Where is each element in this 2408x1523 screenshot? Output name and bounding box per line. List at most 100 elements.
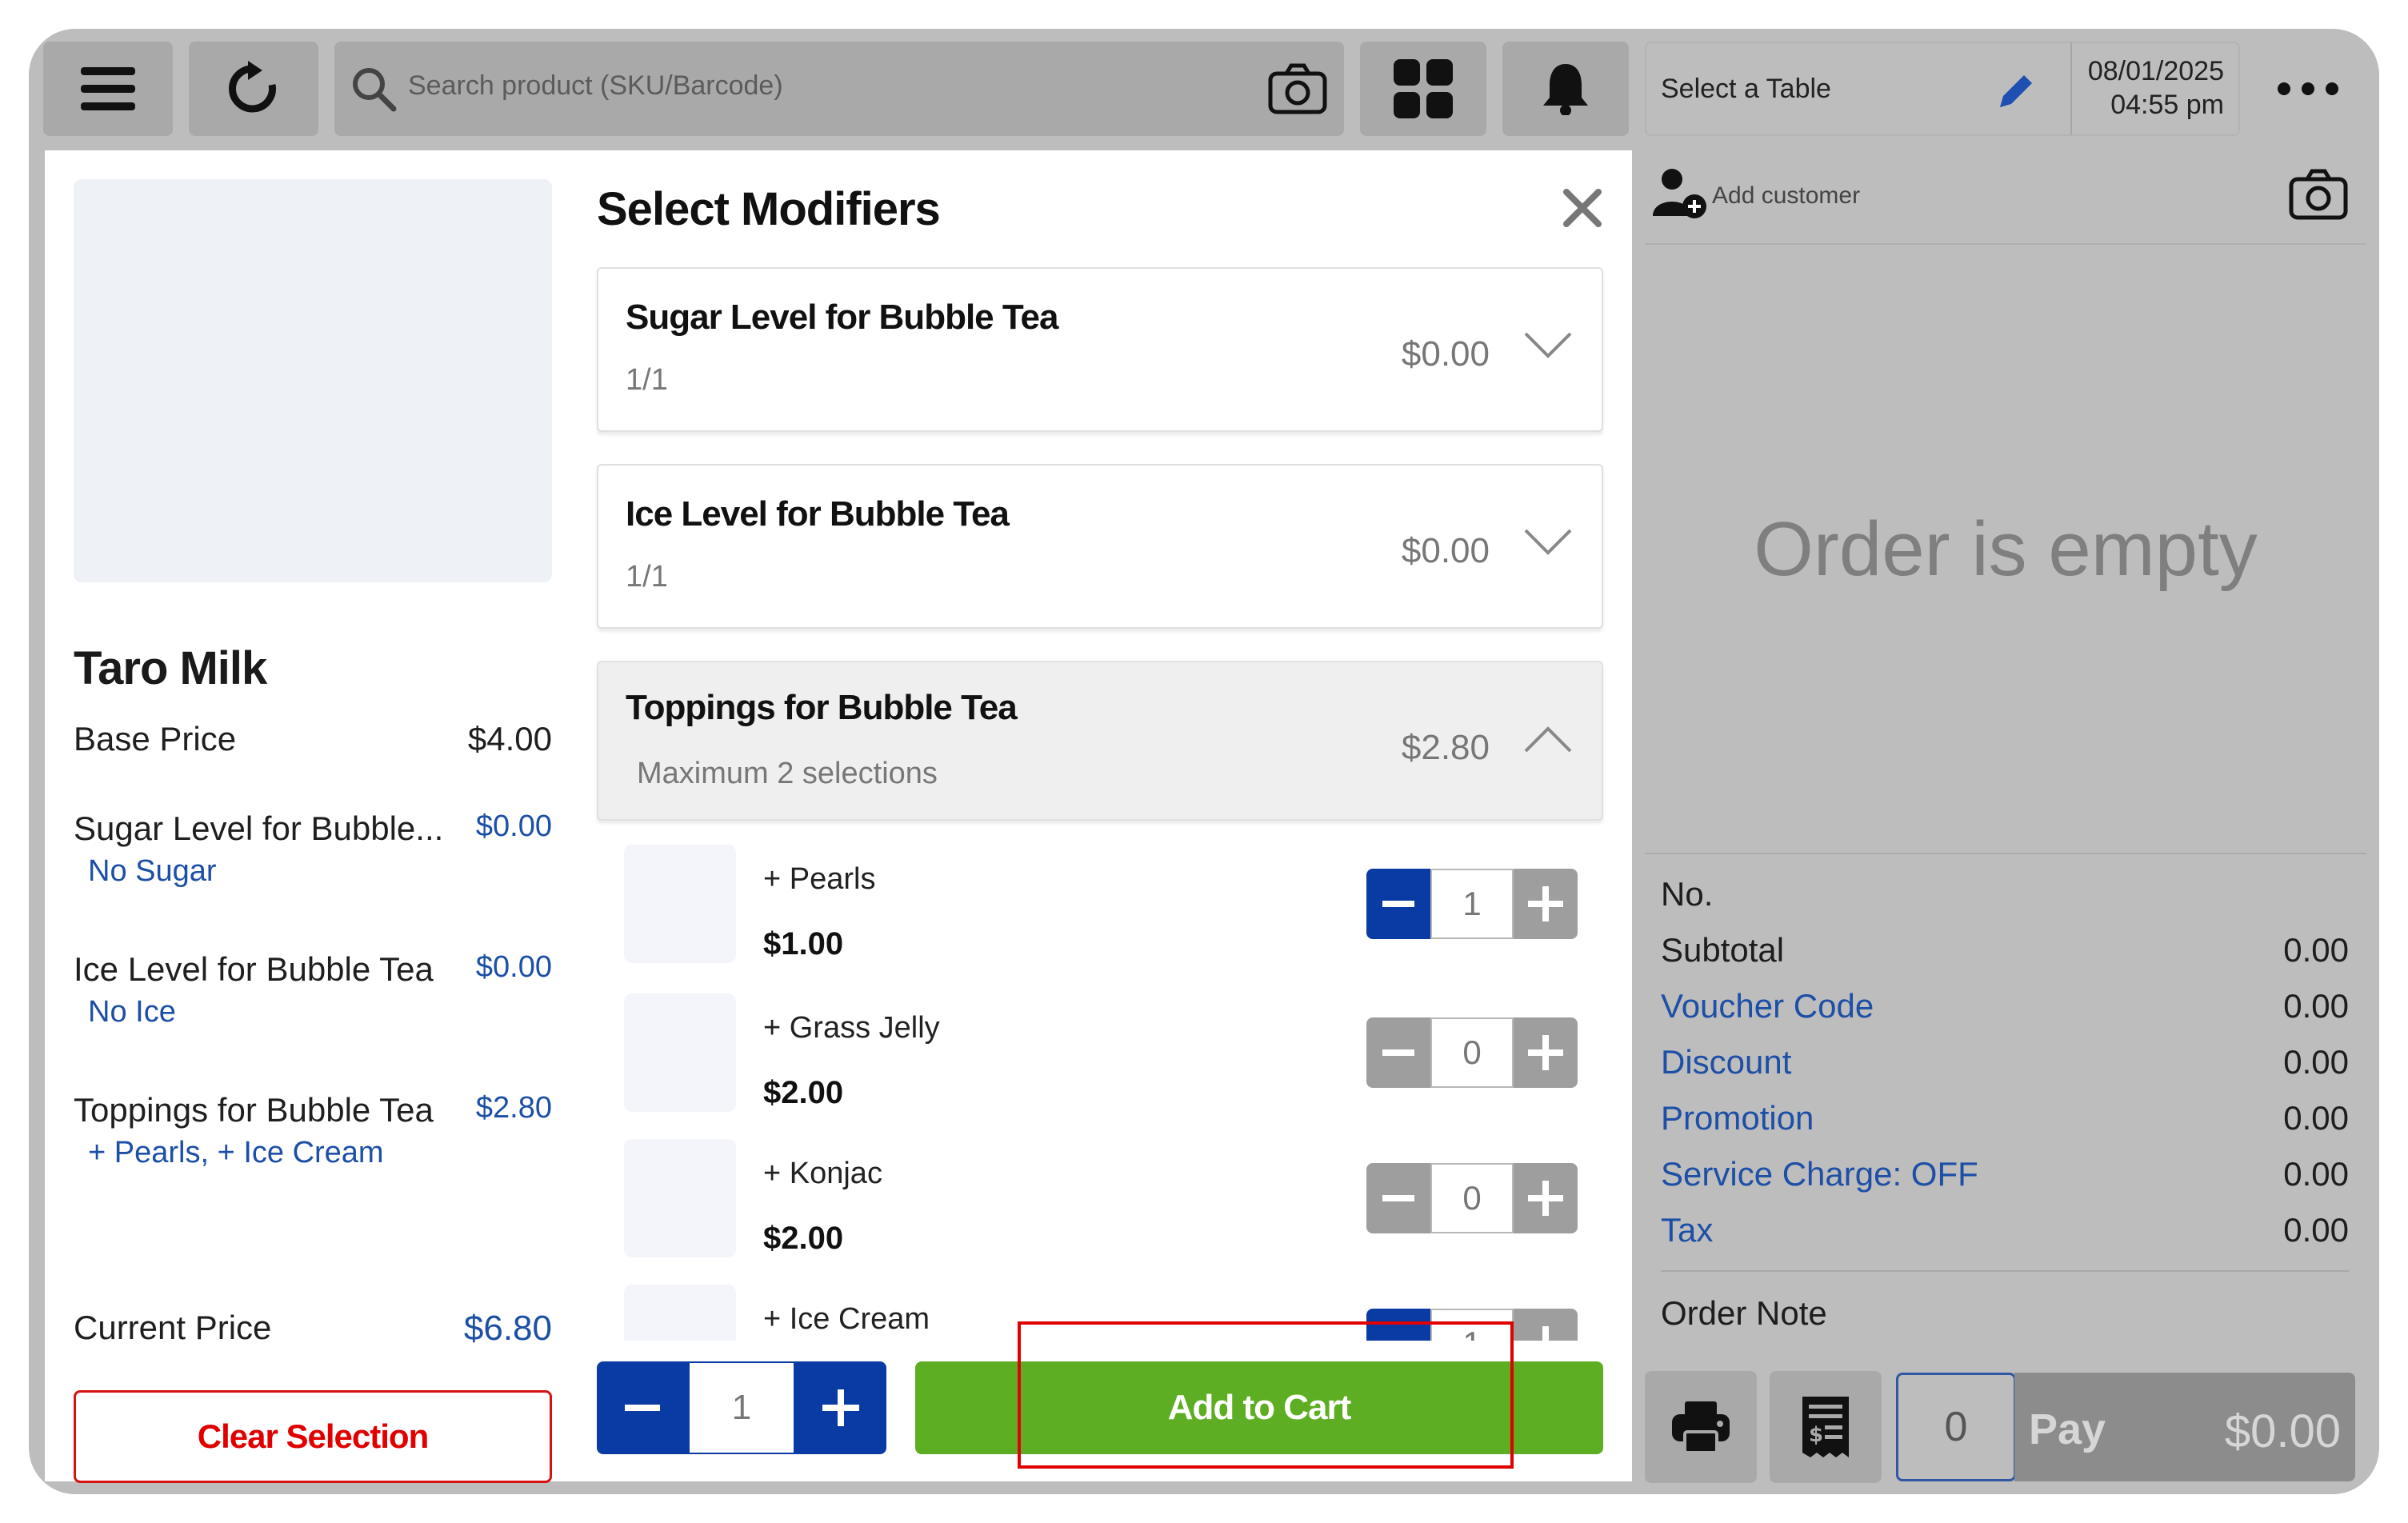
summary-value: 0.00: [2283, 1043, 2349, 1081]
modal-title: Select Modifiers: [597, 183, 941, 235]
search-bar[interactable]: Search product (SKU/Barcode): [334, 42, 1344, 136]
increment-button[interactable]: [1514, 1163, 1578, 1233]
chevron-down-icon: [1523, 331, 1573, 360]
topping-item: + Pearls $1.00 1: [597, 845, 1603, 981]
topping-item: + Konjac $2.00 0: [597, 1139, 1603, 1275]
topping-name: + Grass Jelly: [763, 1011, 940, 1045]
group-subtitle: 1/1: [626, 363, 668, 397]
table-selector[interactable]: Select a Table 08/01/2025 04:55 pm: [1645, 42, 2240, 136]
summary-row[interactable]: Promotion 0.00: [1661, 1099, 2349, 1137]
summary-row[interactable]: Tax 0.00: [1661, 1211, 2349, 1249]
summary-value: 0.00: [2283, 1155, 2349, 1193]
modifier-line-label: Toppings for Bubble Tea: [74, 1091, 434, 1129]
modifier-line-label: Sugar Level for Bubble...: [74, 809, 444, 847]
topping-item: + Grass Jelly $2.00 0: [597, 993, 1603, 1129]
close-icon[interactable]: [1562, 187, 1603, 229]
date-text: 08/01/2025: [2087, 56, 2224, 86]
base-price-label: Base Price: [74, 720, 237, 758]
chevron-down-icon: [1523, 528, 1573, 557]
summary-value: 0.00: [2283, 931, 2349, 969]
group-title: Ice Level for Bubble Tea: [626, 494, 1010, 534]
quantity-value[interactable]: 0: [1430, 1163, 1514, 1233]
topping-name: + Pearls: [763, 862, 876, 896]
modifier-group-toppings[interactable]: Toppings for Bubble Tea Maximum 2 select…: [597, 661, 1603, 821]
item-quantity-value[interactable]: 1: [688, 1361, 795, 1454]
add-customer-label: Add customer: [1712, 182, 1861, 209]
order-number-label: No.: [1661, 875, 1714, 913]
date-time: 08/01/2025 04:55 pm: [2088, 54, 2224, 122]
decrement-button[interactable]: [597, 1361, 688, 1454]
decrement-button[interactable]: [1366, 869, 1430, 939]
topping-image: [624, 845, 736, 963]
add-user-icon: [1653, 168, 1709, 219]
summary-row: Subtotal 0.00: [1661, 931, 2349, 969]
receipt-button[interactable]: $: [1770, 1371, 1882, 1483]
pay-label: Pay: [2029, 1405, 2106, 1453]
base-price-value: $4.00: [467, 720, 552, 758]
menu-button[interactable]: [43, 42, 173, 136]
pay-button[interactable]: Pay $0.00: [2014, 1373, 2355, 1481]
quantity-stepper: 0: [1366, 1163, 1578, 1233]
summary-value: 0.00: [2283, 1211, 2349, 1249]
add-customer-bar[interactable]: Add customer: [1645, 150, 2366, 245]
quantity-value[interactable]: 0: [1430, 1017, 1514, 1088]
time-text: 04:55 pm: [2110, 90, 2224, 120]
topping-name: + Konjac: [763, 1157, 882, 1190]
hamburger-icon: [81, 66, 135, 112]
modifier-line-value: $2.80: [475, 1091, 552, 1125]
refresh-icon: [226, 61, 282, 117]
pay-amount: $0.00: [2224, 1405, 2341, 1457]
summary-label[interactable]: Tax: [1661, 1211, 1713, 1249]
order-note-link[interactable]: Order Note: [1661, 1294, 2349, 1333]
more-dots-icon: [2278, 82, 2338, 95]
group-price: $0.00: [1401, 531, 1490, 570]
modifier-group-ice[interactable]: Ice Level for Bubble Tea 1/1 $0.00: [597, 464, 1603, 629]
grid-icon: [1394, 59, 1453, 118]
modifier-group-sugar[interactable]: Sugar Level for Bubble Tea 1/1 $0.00: [597, 267, 1603, 432]
modifier-line: Toppings for Bubble Tea $2.80: [74, 1091, 552, 1129]
quantity-stepper: 0: [1366, 1017, 1578, 1088]
current-price-label: Current Price: [74, 1309, 272, 1346]
base-price-row: Base Price $4.00: [74, 720, 552, 758]
topping-image: [624, 1139, 736, 1257]
quantity-value[interactable]: 1: [1430, 869, 1514, 939]
svg-text:$: $: [1809, 1423, 1823, 1447]
modifier-line-selection: + Pearls, + Ice Cream: [88, 1136, 384, 1169]
refresh-button[interactable]: [189, 42, 318, 136]
search-input[interactable]: Search product (SKU/Barcode): [408, 70, 783, 102]
grid-view-button[interactable]: [1360, 42, 1486, 136]
modifier-line-value: $0.00: [475, 809, 552, 843]
modifier-line-selection: No Sugar: [88, 854, 217, 888]
more-button[interactable]: [2248, 42, 2368, 136]
group-subtitle: 1/1: [626, 560, 668, 594]
notifications-button[interactable]: [1502, 42, 1629, 136]
group-price: $0.00: [1401, 334, 1490, 374]
summary-row[interactable]: Service Charge: OFF 0.00: [1661, 1155, 2349, 1193]
search-icon: [350, 66, 397, 112]
summary-label[interactable]: Voucher Code: [1661, 987, 1874, 1025]
empty-order-message: Order is empty: [1645, 246, 2366, 854]
summary-value: 0.00: [2283, 987, 2349, 1025]
print-button[interactable]: [1645, 1371, 1757, 1483]
group-title: Sugar Level for Bubble Tea: [626, 298, 1058, 337]
summary-row[interactable]: Voucher Code 0.00: [1661, 987, 2349, 1025]
increment-button[interactable]: [1514, 1017, 1578, 1088]
summary-label[interactable]: Service Charge: OFF: [1661, 1155, 1978, 1193]
pencil-icon[interactable]: [1995, 70, 2037, 112]
summary-divider: [1661, 1270, 2349, 1272]
modifier-line-value: $0.00: [475, 950, 552, 984]
increment-button[interactable]: [1514, 869, 1578, 939]
camera-icon[interactable]: [1267, 62, 1328, 115]
topping-price: $1.00: [763, 926, 844, 961]
camera-icon[interactable]: [2288, 168, 2349, 221]
summary-row[interactable]: Discount 0.00: [1661, 1043, 2349, 1081]
clear-selection-button[interactable]: Clear Selection: [74, 1390, 552, 1483]
decrement-button[interactable]: [1366, 1163, 1430, 1233]
chevron-up-icon: [1523, 725, 1573, 754]
summary-label[interactable]: Promotion: [1661, 1099, 1814, 1137]
summary-label[interactable]: Discount: [1661, 1043, 1791, 1081]
topping-image: [624, 993, 736, 1112]
decrement-button[interactable]: [1366, 1017, 1430, 1088]
increment-button[interactable]: [795, 1361, 886, 1454]
increment-button[interactable]: [1514, 1309, 1578, 1341]
